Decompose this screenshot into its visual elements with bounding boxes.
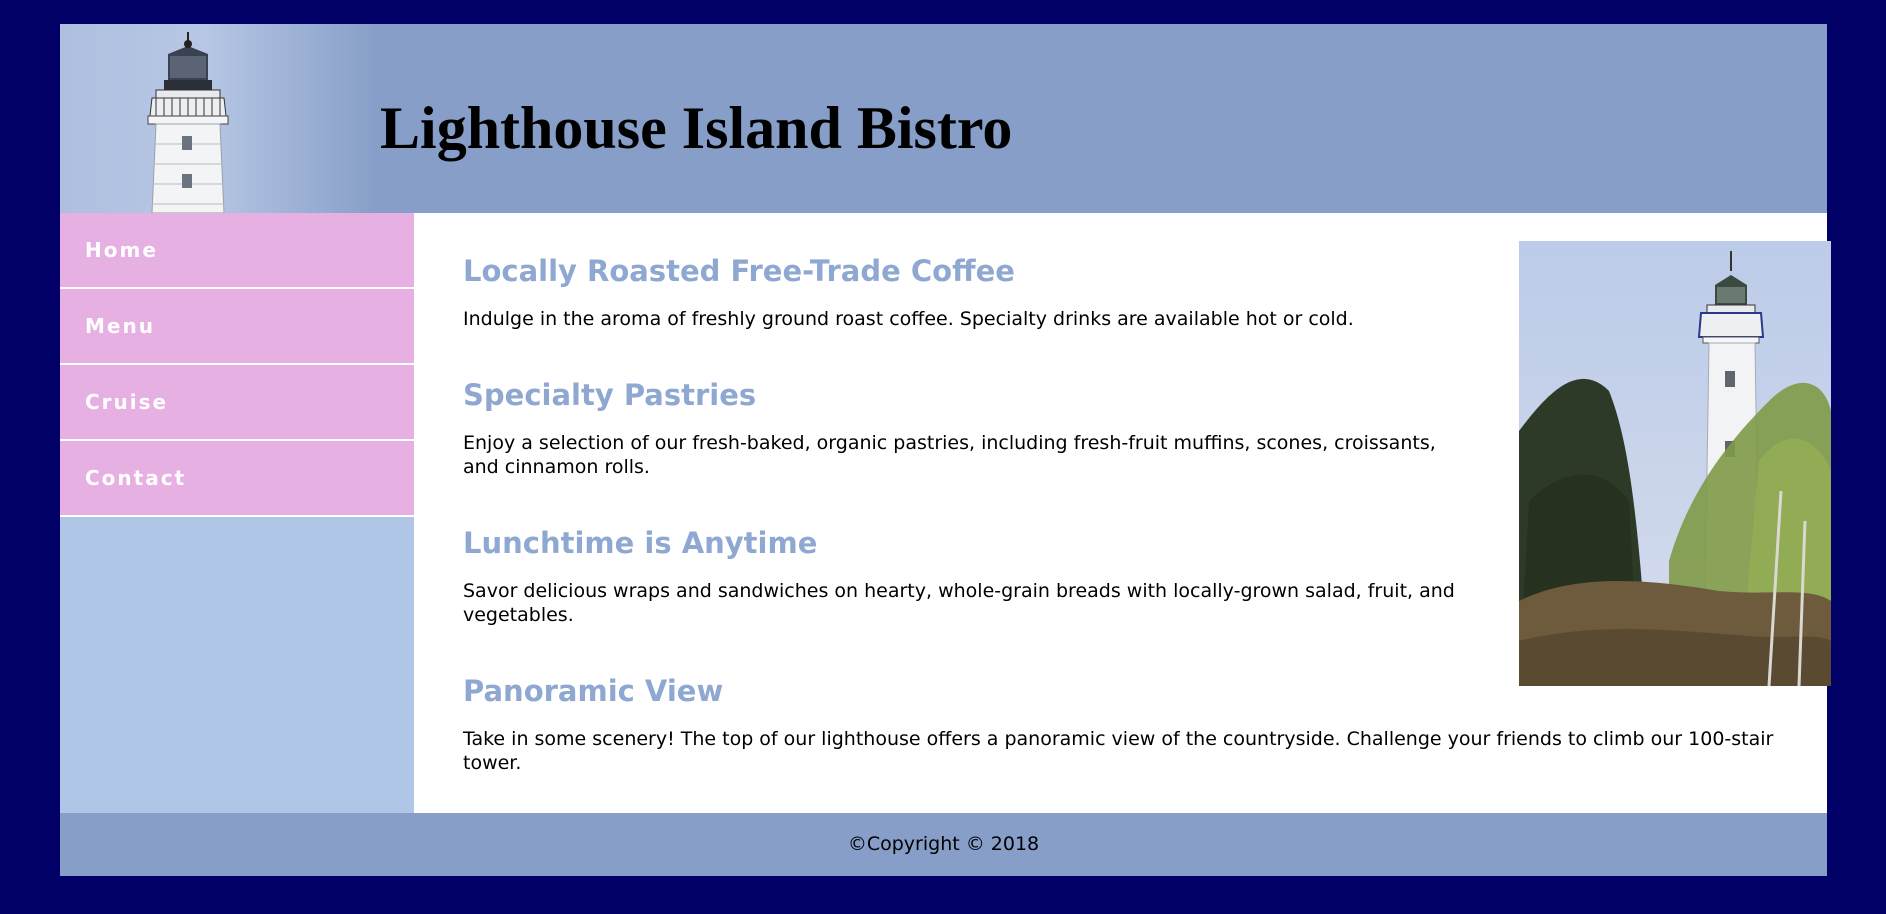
section-text: Take in some scenery! The top of our lig… xyxy=(463,728,1774,774)
section-lunch: Lunchtime is Anytime Savor delicious wra… xyxy=(463,525,1463,627)
section-heading: Panoramic View xyxy=(463,674,724,708)
nav-item-menu: Menu xyxy=(60,289,414,365)
nav-link-contact[interactable]: Contact xyxy=(60,441,414,515)
nav-item-contact: Contact xyxy=(60,441,414,517)
section-heading: Lunchtime is Anytime xyxy=(463,526,818,560)
section-panoramic: Panoramic View Take in some scenery! The… xyxy=(463,673,1798,775)
section-pastries: Specialty Pastries Enjoy a selection of … xyxy=(463,377,1463,479)
section-heading: Specialty Pastries xyxy=(463,378,757,412)
nav-link-menu[interactable]: Menu xyxy=(60,289,414,363)
lighthouse-photo xyxy=(1519,241,1831,686)
section-heading: Locally Roasted Free-Trade Coffee xyxy=(463,254,1015,288)
section-text: Enjoy a selection of our fresh-baked, or… xyxy=(463,432,1436,478)
site-footer: ©Copyright © 2018 xyxy=(60,813,1827,876)
section-text: Savor delicious wraps and sandwiches on … xyxy=(463,580,1455,626)
site-header: Lighthouse Island Bistro xyxy=(60,24,1827,213)
page-wrapper: Lighthouse Island Bistro Home Menu Cruis… xyxy=(60,24,1831,876)
section-text: Indulge in the aroma of freshly ground r… xyxy=(463,308,1354,330)
copyright-text: ©Copyright © 2018 xyxy=(847,833,1040,855)
main-navigation: Home Menu Cruise Contact xyxy=(60,213,414,813)
header-lighthouse-image xyxy=(60,24,380,213)
nav-link-cruise[interactable]: Cruise xyxy=(60,365,414,439)
section-coffee: Locally Roasted Free-Trade Coffee Indulg… xyxy=(463,253,1463,331)
nav-link-home[interactable]: Home xyxy=(60,213,414,287)
nav-item-home: Home xyxy=(60,213,414,289)
nav-item-cruise: Cruise xyxy=(60,365,414,441)
main-content: Locally Roasted Free-Trade Coffee Indulg… xyxy=(414,213,1831,813)
site-title: Lighthouse Island Bistro xyxy=(380,95,1013,161)
